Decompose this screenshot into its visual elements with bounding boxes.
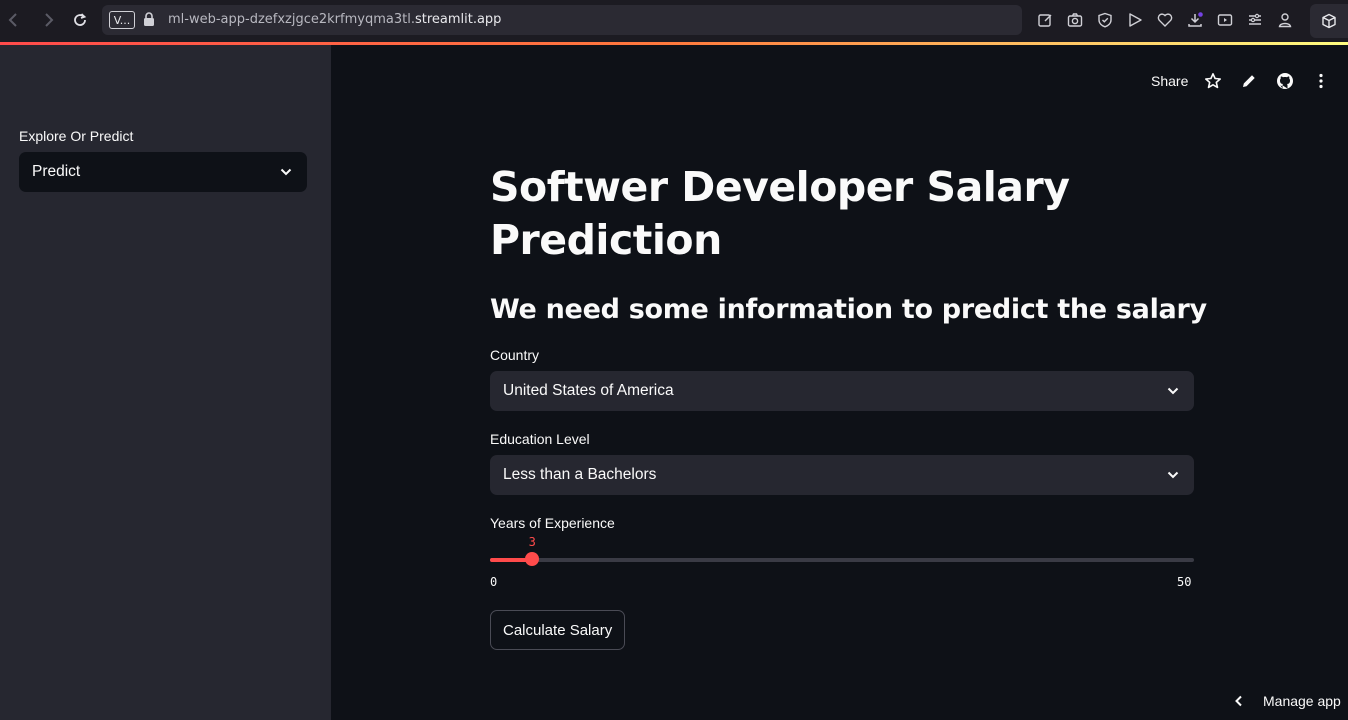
heart-icon[interactable]	[1156, 11, 1174, 29]
chevron-left-icon	[1235, 695, 1242, 707]
page-title: Softwer Developer Salary Prediction	[490, 163, 1070, 264]
extension-button[interactable]	[1310, 4, 1348, 38]
chevron-down-icon	[1167, 471, 1179, 479]
cube-icon	[1322, 13, 1336, 29]
send-icon[interactable]	[1126, 11, 1144, 29]
download-icon[interactable]	[1186, 11, 1204, 29]
experience-slider-min: 0	[490, 575, 498, 589]
edit-page-icon[interactable]	[1036, 11, 1054, 29]
education-select[interactable]: Less than a Bachelors	[490, 455, 1194, 495]
education-select-value: Less than a Bachelors	[503, 466, 657, 483]
select-value: Predict	[32, 163, 81, 180]
tab-badge[interactable]: V...	[109, 11, 135, 29]
sidebar-select-label: Explore Or Predict	[19, 128, 134, 144]
forward-icon[interactable]	[39, 10, 59, 30]
experience-slider-track[interactable]	[490, 552, 1194, 566]
chevron-down-icon	[1167, 387, 1179, 395]
reload-icon[interactable]	[70, 10, 90, 30]
main-content: Share Softwer Developer Salary Predictio…	[331, 45, 1348, 720]
account-icon[interactable]	[1276, 11, 1294, 29]
explore-predict-select[interactable]: Predict	[19, 152, 307, 192]
url-prefix: ml-web-app-dzefxzjgce2krfmyqma3tl.	[168, 12, 415, 27]
url-text[interactable]: ml-web-app-dzefxzjgce2krfmyqma3tl.stream…	[168, 12, 501, 27]
experience-slider-thumb[interactable]	[525, 552, 540, 566]
star-icon[interactable]	[1204, 72, 1222, 90]
more-options-icon[interactable]	[1312, 72, 1330, 90]
experience-label: Years of Experience	[490, 515, 615, 531]
shield-icon[interactable]	[1096, 11, 1114, 29]
menu-lines-icon[interactable]	[1246, 11, 1264, 29]
education-label: Education Level	[490, 431, 590, 447]
browser-toolbar: V... ml-web-app-dzefxzjgce2krfmyqma3tl.s…	[0, 0, 1348, 42]
back-icon[interactable]	[3, 10, 23, 30]
country-select[interactable]: United States of America	[490, 371, 1194, 411]
share-button[interactable]: Share	[1151, 73, 1188, 89]
sidebar: Explore Or Predict Predict	[0, 45, 331, 720]
experience-slider-value: 3	[528, 535, 536, 549]
country-label: Country	[490, 347, 540, 363]
picture-in-picture-icon[interactable]	[1216, 11, 1234, 29]
url-host: streamlit.app	[414, 12, 502, 27]
country-select-value: United States of America	[503, 382, 674, 399]
manage-app-button[interactable]: Manage app	[1233, 693, 1341, 709]
github-icon[interactable]	[1276, 72, 1294, 90]
calculate-salary-button[interactable]: Calculate Salary	[490, 610, 626, 650]
experience-slider-max: 50	[1177, 575, 1192, 589]
camera-icon[interactable]	[1066, 11, 1084, 29]
pencil-icon[interactable]	[1240, 72, 1258, 90]
chevron-down-icon	[280, 168, 292, 176]
manage-app-label: Manage app	[1263, 693, 1341, 709]
url-bar[interactable]: V... ml-web-app-dzefxzjgce2krfmyqma3tl.s…	[102, 5, 1022, 35]
lock-icon	[144, 12, 154, 26]
page-subtitle: We need some information to predict the …	[490, 294, 1207, 325]
